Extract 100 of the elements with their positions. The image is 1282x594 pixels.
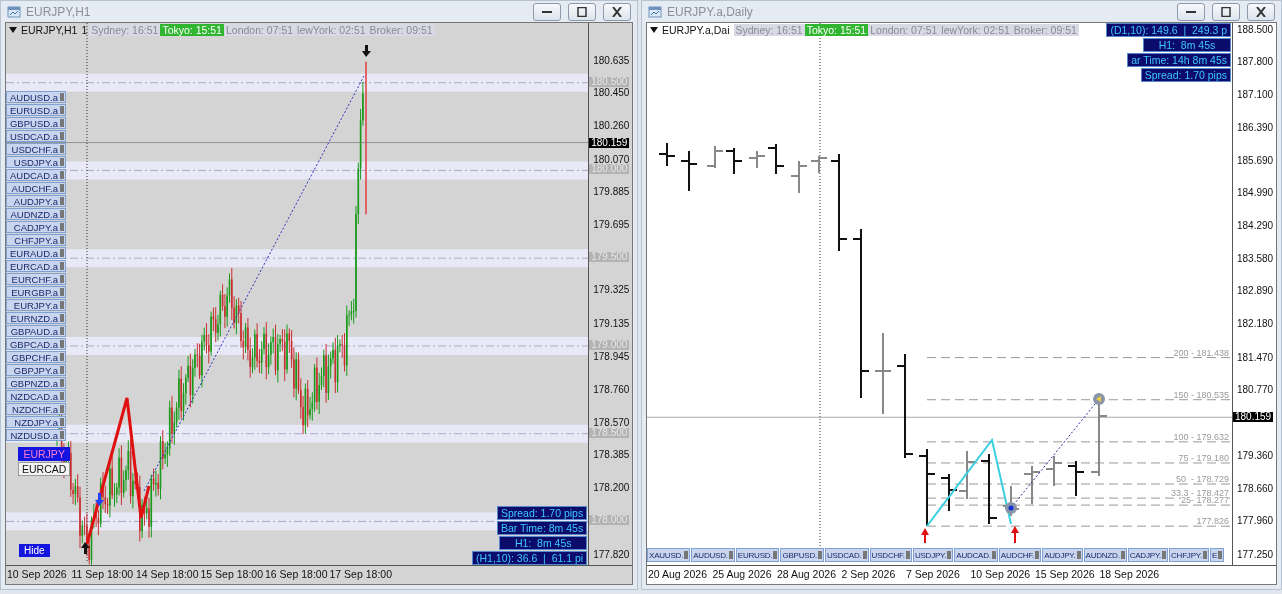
fib-level-label: 200 - 181.438 <box>1173 349 1229 357</box>
square-icon <box>60 93 64 101</box>
symbol-button[interactable]: GBPAUD.a <box>6 325 66 337</box>
symbol-button[interactable]: USDJPY.a <box>6 156 66 168</box>
symbol-tab[interactable]: USDCHF. <box>869 548 912 562</box>
arrow-icon <box>1011 526 1019 543</box>
symbol-button[interactable]: CADJPY.a <box>6 221 66 233</box>
symbol-tab[interactable]: XAUUSD. <box>647 548 691 562</box>
current-price-tag: 180.159 <box>589 137 630 148</box>
close-button[interactable] <box>1247 2 1275 21</box>
square-icon <box>862 551 867 559</box>
symbol-tab[interactable]: AUDUSD. <box>691 548 735 562</box>
symbol-button[interactable]: EURUSD.a <box>6 104 66 116</box>
symbol-button[interactable]: AUDUSD.a <box>6 91 66 103</box>
square-icon <box>60 392 64 400</box>
symbol-button[interactable]: CHFJPY.a <box>6 234 66 246</box>
symbol-tab[interactable]: CADJPY. <box>1127 548 1168 562</box>
square-icon <box>60 210 64 218</box>
symbol-button[interactable]: AUDCAD.a <box>6 169 66 181</box>
session-time: lewYork: 02:51 <box>939 24 1012 36</box>
maximize-button[interactable] <box>568 2 596 21</box>
symbol-tab[interactable]: EURUSD. <box>735 548 780 562</box>
close-button[interactable] <box>603 2 631 21</box>
square-icon <box>1076 551 1081 559</box>
price-label: 179.325 <box>593 285 630 296</box>
session-time: Sydney: 16:51 <box>733 24 805 36</box>
symbol-tab[interactable]: AUDCAD. <box>954 548 998 562</box>
square-icon <box>60 288 64 296</box>
square-icon <box>947 551 952 559</box>
session-time: Tokyo: 15:51 <box>160 24 224 36</box>
symbol-tab[interactable]: AUDCHF. <box>998 548 1042 562</box>
maximize-button[interactable] <box>1212 2 1240 21</box>
square-icon <box>60 262 64 270</box>
hide-button[interactable]: Hide <box>19 544 50 557</box>
info-label: ar Time: 14h 8m 45s <box>1127 53 1231 67</box>
symbol-button[interactable]: EURJPY <box>18 447 71 461</box>
symbol-button[interactable]: NZDCHF.a <box>6 403 66 415</box>
square-icon <box>60 301 64 309</box>
symbol-tab[interactable]: USDJPY. <box>912 548 954 562</box>
symbol-button[interactable]: EURNZD.a <box>6 312 66 324</box>
session-time: London: 07:51 <box>868 24 940 36</box>
anchor-point-icon <box>1005 502 1017 514</box>
square-icon <box>60 249 64 257</box>
info-label: (D1,10): 149.6 | 249.3 p <box>1106 23 1231 37</box>
symbol-button[interactable]: GBPCHF.a <box>6 351 66 363</box>
symbol-tab[interactable]: AUDJPY. <box>1042 548 1083 562</box>
symbol-button[interactable]: AUDJPY.a <box>6 195 66 207</box>
symbol-button[interactable]: NZDUSD.a <box>6 429 66 441</box>
close-icon <box>611 6 623 17</box>
symbol-button[interactable]: GBPJPY.a <box>6 364 66 376</box>
price-bar <box>1023 465 1041 505</box>
price-label: 177.960 <box>1237 516 1274 527</box>
window-title: EURJPY,H1 <box>26 4 92 19</box>
time-label: 14 Sep 18:00 <box>136 567 200 582</box>
symbol-button[interactable]: EURAUD.a <box>6 247 66 259</box>
minimize-button[interactable] <box>1177 2 1205 21</box>
symbol-button[interactable]: AUDCHF.a <box>6 182 66 194</box>
symbol-button[interactable]: EURJPY.a <box>6 299 66 311</box>
time-label: 17 Sep 18:00 <box>329 567 393 582</box>
symbol-button[interactable]: EURCAD <box>18 462 71 476</box>
square-icon <box>60 197 64 205</box>
square-icon <box>60 275 64 283</box>
symbol-tab[interactable]: AUDNZD. <box>1083 548 1127 562</box>
arrow-icon <box>81 542 90 554</box>
symbol-button[interactable]: EURCAD.a <box>6 260 66 272</box>
maximize-icon <box>1220 6 1232 17</box>
square-icon <box>60 379 64 387</box>
price-label: 177.820 <box>593 549 630 560</box>
price-label: 186.390 <box>1237 122 1274 133</box>
fib-level-label: 75 - 179.180 <box>1178 454 1229 462</box>
price-bar <box>1045 455 1063 487</box>
symbol-button[interactable]: AUDNZD.a <box>6 208 66 220</box>
symbol-tab[interactable]: GBPUSD. <box>780 548 824 562</box>
arrow-icon <box>921 528 929 543</box>
price-label: 178.660 <box>1237 483 1274 494</box>
minimize-button[interactable] <box>533 2 561 21</box>
symbol-button[interactable]: USDCAD.a <box>6 130 66 142</box>
price-label: 178.385 <box>593 450 630 461</box>
time-label: 11 Sep 18:00 <box>71 567 135 582</box>
symbol-button[interactable]: GBPCAD.a <box>6 338 66 350</box>
dropdown-triangle-icon <box>9 27 17 33</box>
fib-level-label: 100 - 179.632 <box>1173 433 1229 441</box>
price-label: 184.290 <box>1237 220 1274 231</box>
price-label: 180.450 <box>593 87 630 98</box>
symbol-button[interactable]: GBPNZD.a <box>6 377 66 389</box>
symbol-button[interactable]: NZDJPY.a <box>6 416 66 428</box>
symbol-button[interactable]: NZDCAD.a <box>6 390 66 402</box>
symbol-button[interactable]: EURGBP.a <box>6 286 66 298</box>
price-label: 179.695 <box>593 220 630 231</box>
anchor-point-icon <box>1093 393 1105 405</box>
price-label: 178.570 <box>593 417 630 428</box>
price-bar <box>940 473 958 512</box>
symbol-button[interactable]: EURCHF.a <box>6 273 66 285</box>
fib-level-label: 150 - 180.535 <box>1173 391 1229 399</box>
symbol-button[interactable]: GBPUSD.a <box>6 117 66 129</box>
info-label: H1: 8m 45s <box>499 536 588 550</box>
symbol-tab[interactable]: CHFJPY. <box>1169 548 1209 562</box>
symbol-tab[interactable]: USDCAD. <box>825 548 869 562</box>
symbol-button[interactable]: USDCHF.a <box>6 143 66 155</box>
square-icon <box>60 132 64 140</box>
